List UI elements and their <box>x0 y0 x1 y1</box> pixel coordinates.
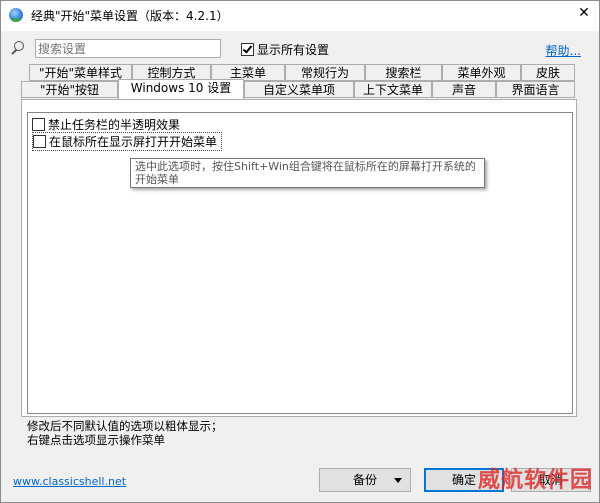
help-link[interactable]: 帮助... <box>546 42 581 59</box>
tab-menu-look[interactable]: 菜单外观 <box>442 64 521 81</box>
backup-label: 备份 <box>352 473 377 487</box>
tab-language[interactable]: 界面语言 <box>496 81 575 98</box>
title-bar: 经典"开始"菜单设置（版本：4.2.1） ✕ <box>1 1 599 31</box>
close-button[interactable]: ✕ <box>569 1 599 25</box>
tab-windows10-settings[interactable]: Windows 10 设置 <box>118 79 244 99</box>
watermark: 威航软件园 <box>477 468 593 493</box>
settings-window: 经典"开始"菜单设置（版本：4.2.1） ✕ 显示所有设置 帮助... "开始"… <box>0 0 600 503</box>
hint-line-2: 右键点击选项显示操作菜单 <box>27 433 165 447</box>
show-all-label: 显示所有设置 <box>257 43 330 57</box>
dropdown-arrow-icon <box>394 478 402 483</box>
tab-general-behavior[interactable]: 常规行为 <box>285 64 365 81</box>
hint-line-1: 修改后不同默认值的选项以粗体显示； <box>27 419 223 433</box>
window-title: 经典"开始"菜单设置（版本：4.2.1） <box>31 9 229 23</box>
option-label: 在鼠标所在显示屏打开开始菜单 <box>49 135 218 149</box>
search-icon <box>13 41 24 51</box>
classic-shell-icon <box>9 8 23 22</box>
tab-context-menu[interactable]: 上下文菜单 <box>354 81 432 98</box>
option-open-on-mouse-monitor[interactable]: 在鼠标所在显示屏打开开始菜单 <box>32 132 223 151</box>
show-all-settings-checkbox[interactable]: 显示所有设置 <box>241 41 329 58</box>
search-input[interactable] <box>35 39 221 58</box>
tab-start-button[interactable]: "开始"按钮 <box>21 81 118 98</box>
website-link[interactable]: www.classicshell.net <box>13 475 126 488</box>
tab-skin[interactable]: 皮肤 <box>521 64 575 81</box>
checkbox-icon <box>33 135 46 148</box>
option-disable-taskbar-transparency[interactable]: 禁止任务栏的半透明效果 <box>32 116 180 133</box>
tab-search-box[interactable]: 搜索栏 <box>365 64 442 81</box>
tab-start-menu-style[interactable]: "开始"菜单样式 <box>29 64 132 81</box>
hint-text: 修改后不同默认值的选项以粗体显示； 右键点击选项显示操作菜单 <box>27 419 223 447</box>
option-label: 禁止任务栏的半透明效果 <box>48 118 181 132</box>
tab-sound[interactable]: 声音 <box>432 81 496 98</box>
tooltip: 选中此选项时，按住Shift+Win组合键将在鼠标所在的屏幕打开系统的开始菜单 <box>130 158 485 188</box>
backup-button[interactable]: 备份 <box>319 468 411 492</box>
search-row: 显示所有设置 帮助... <box>1 35 599 61</box>
checkbox-icon <box>32 118 45 131</box>
checkbox-icon <box>241 43 254 56</box>
tab-custom-menu[interactable]: 自定义菜单项 <box>244 81 354 98</box>
